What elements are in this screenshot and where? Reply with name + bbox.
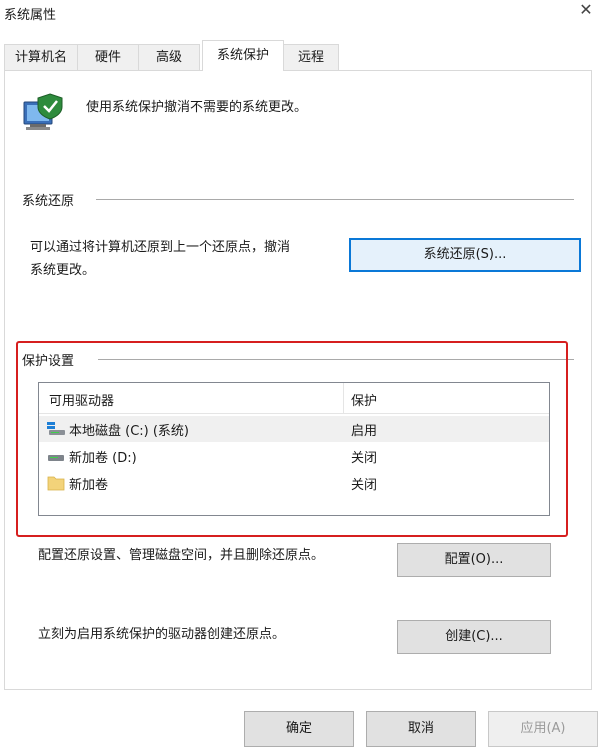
- tab-strip-line-right: [283, 70, 592, 71]
- restore-description-line1: 可以通过将计算机还原到上一个还原点，撤消: [30, 240, 291, 255]
- tab-strip-line-left: [4, 70, 203, 71]
- tab-hardware[interactable]: 硬件: [77, 44, 139, 70]
- restore-description-line2: 系统更改。: [30, 263, 96, 278]
- system-restore-button[interactable]: 系统还原(S)...: [349, 238, 581, 272]
- configure-description: 配置还原设置、管理磁盘空间，并且删除还原点。: [38, 548, 325, 563]
- restore-section-title: 系统还原: [22, 190, 81, 209]
- tab-remote[interactable]: 远程: [283, 44, 339, 70]
- system-protection-icon: [23, 93, 63, 130]
- create-description: 立刻为启用系统保护的驱动器创建还原点。: [38, 627, 286, 642]
- restore-section-rule: [96, 199, 574, 200]
- tab-system-protection[interactable]: 系统保护: [202, 40, 284, 71]
- configure-button[interactable]: 配置(O)...: [397, 543, 551, 577]
- highlight-box: [16, 341, 568, 537]
- close-icon[interactable]: ✕: [576, 0, 596, 20]
- intro-text: 使用系统保护撤消不需要的系统更改。: [86, 100, 308, 115]
- cancel-button[interactable]: 取消: [366, 711, 476, 747]
- create-button[interactable]: 创建(C)...: [397, 620, 551, 654]
- tab-advanced[interactable]: 高级: [138, 44, 200, 70]
- ok-button[interactable]: 确定: [244, 711, 354, 747]
- window-title: 系统属性: [4, 8, 57, 23]
- title-bar: [0, 0, 600, 26]
- tab-computer-name[interactable]: 计算机名: [4, 44, 78, 70]
- apply-button[interactable]: 应用(A): [488, 711, 598, 747]
